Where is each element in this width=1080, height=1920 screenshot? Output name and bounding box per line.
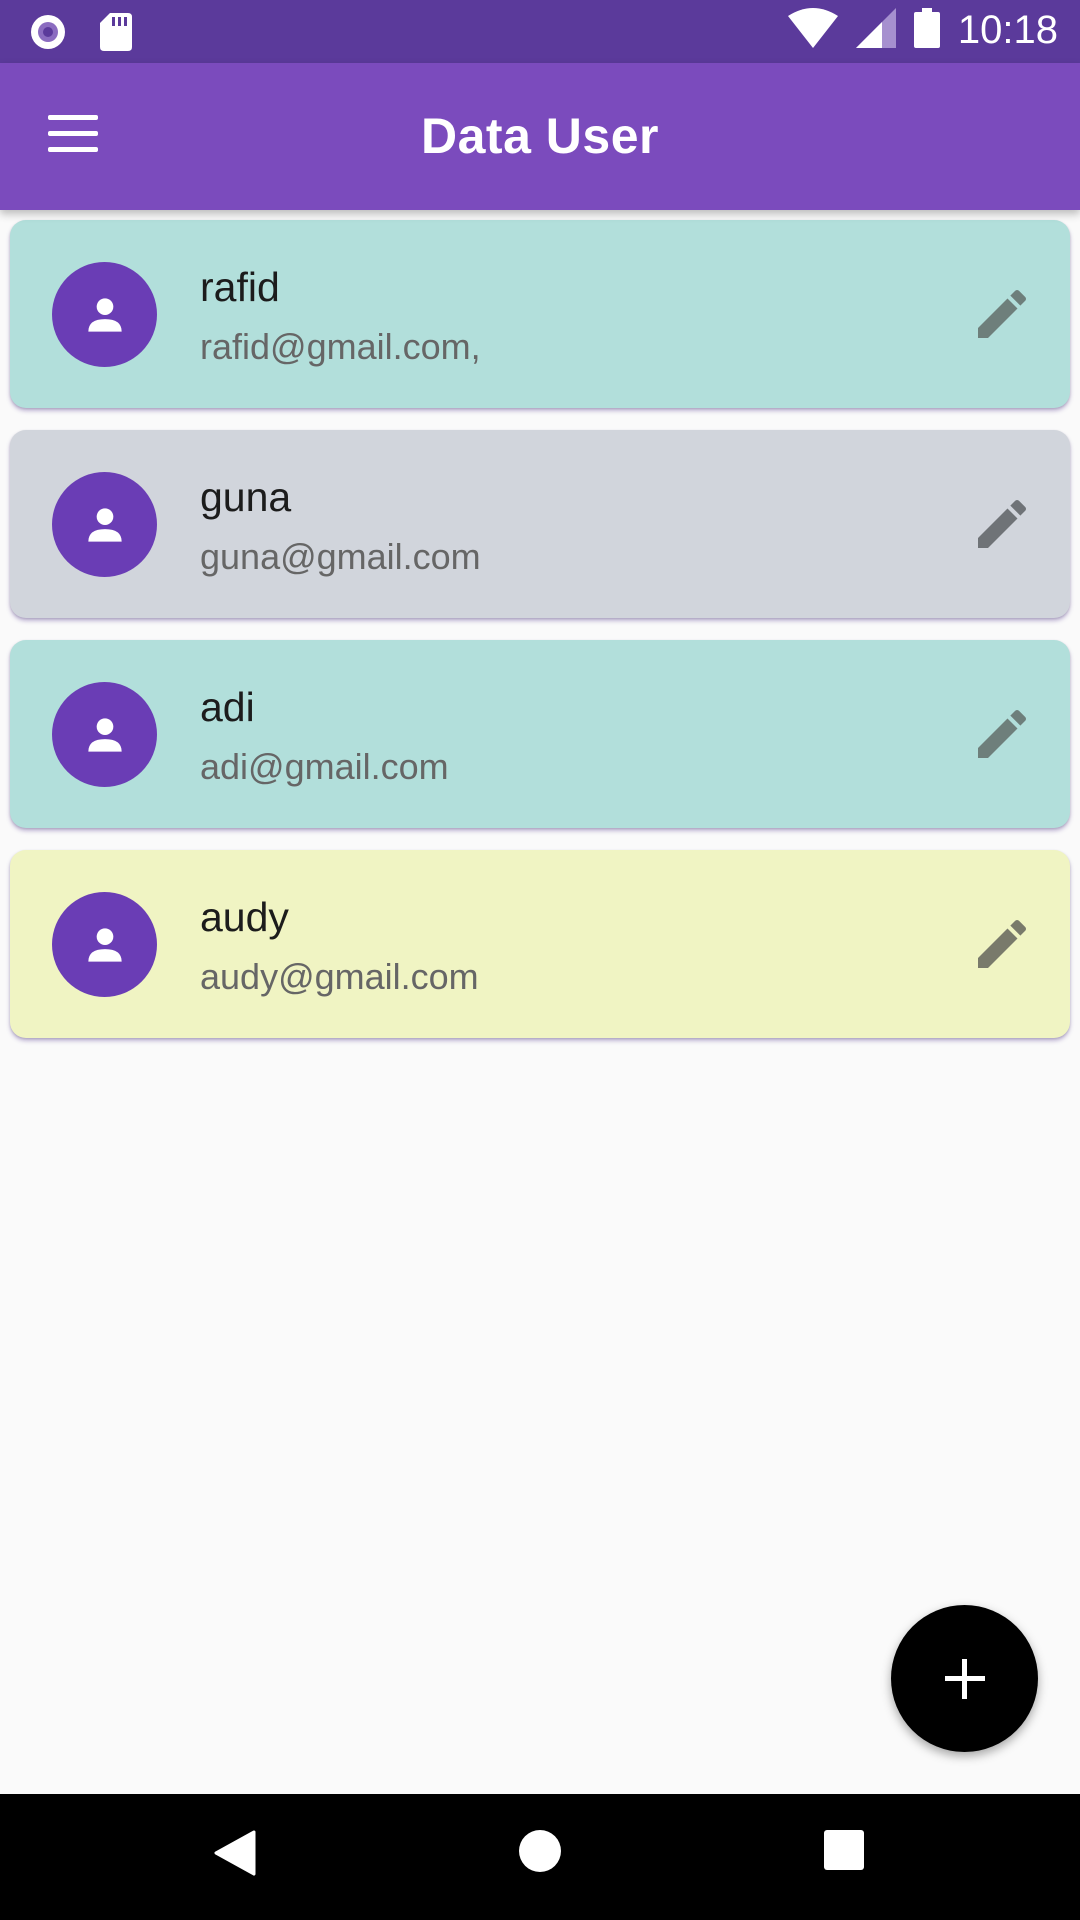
pencil-icon	[978, 289, 1027, 338]
sd-card-icon	[100, 13, 132, 56]
wifi-icon	[787, 8, 838, 53]
user-card[interactable]: adi adi@gmail.com	[10, 640, 1070, 828]
user-name: guna	[200, 474, 292, 520]
avatar	[52, 682, 157, 787]
recents-icon[interactable]	[824, 1830, 864, 1870]
page-title: Data User	[421, 108, 659, 164]
pencil-icon	[978, 919, 1027, 968]
pencil-icon	[978, 709, 1027, 758]
home-icon[interactable]	[519, 1830, 561, 1872]
status-bar: 10:18	[0, 0, 1080, 63]
screen: 10:18 Data User rafid rafid@gmail.com, g…	[0, 0, 1080, 1920]
user-name: rafid	[200, 264, 280, 310]
user-name: audy	[200, 894, 289, 940]
user-email: adi@gmail.com	[200, 746, 449, 787]
edit-button[interactable]	[970, 492, 1034, 556]
edit-button[interactable]	[970, 282, 1034, 346]
person-icon	[88, 298, 122, 332]
status-time: 10:18	[957, 8, 1058, 52]
signal-icon	[855, 8, 896, 53]
battery-icon	[913, 8, 940, 53]
person-icon	[88, 508, 122, 542]
avatar	[52, 892, 157, 997]
user-card[interactable]: rafid rafid@gmail.com,	[10, 220, 1070, 408]
edit-button[interactable]	[970, 702, 1034, 766]
add-user-button[interactable]	[891, 1605, 1038, 1752]
user-email: rafid@gmail.com,	[200, 326, 481, 367]
user-list: rafid rafid@gmail.com, guna guna@gmail.c…	[10, 220, 1070, 1060]
navigation-bar	[0, 1794, 1080, 1920]
user-card[interactable]: audy audy@gmail.com	[10, 850, 1070, 1038]
user-name: adi	[200, 684, 255, 730]
avatar	[52, 262, 157, 367]
user-card[interactable]: guna guna@gmail.com	[10, 430, 1070, 618]
user-email: audy@gmail.com	[200, 956, 479, 997]
person-icon	[88, 928, 122, 962]
person-icon	[88, 718, 122, 752]
pencil-icon	[978, 499, 1027, 548]
record-icon	[28, 12, 68, 57]
user-email: guna@gmail.com	[200, 536, 481, 577]
app-bar: Data User	[0, 63, 1080, 210]
back-icon[interactable]	[214, 1830, 256, 1881]
edit-button[interactable]	[970, 912, 1034, 976]
avatar	[52, 472, 157, 577]
